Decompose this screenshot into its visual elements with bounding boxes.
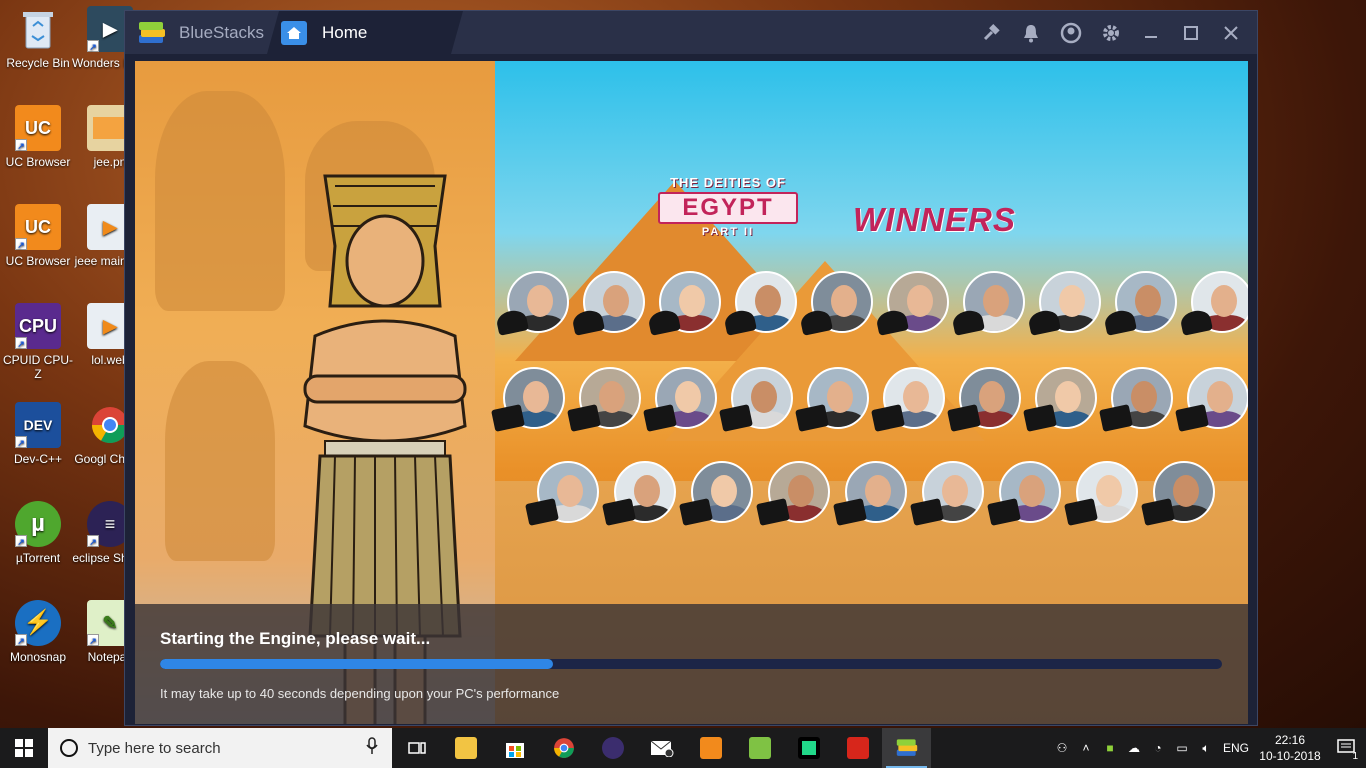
desktop-icon-uc-browser-2[interactable]: UC ↗ UC Browser — [0, 204, 76, 268]
prize-item — [567, 404, 601, 432]
event-title-line3: PART II — [701, 226, 755, 238]
people-icon[interactable]: ⚇ — [1050, 741, 1074, 755]
notification-center-icon[interactable]: 1 — [1326, 738, 1366, 762]
bluestacks-icon[interactable] — [882, 728, 931, 768]
file-explorer-icon[interactable] — [441, 728, 490, 768]
prize-item — [491, 404, 525, 432]
desktop-icon-label: UC Browser — [5, 254, 71, 268]
bluestacks-window: BlueStacks Home THE DEITIES OF EGYPT PAR… — [124, 10, 1258, 726]
desktop-icon-label: µTorrent — [15, 551, 61, 565]
event-title: THE DEITIES OF EGYPT PART II — [645, 175, 811, 238]
prize-item — [1023, 404, 1057, 432]
start-button[interactable] — [0, 728, 48, 768]
mail-icon[interactable] — [637, 728, 686, 768]
event-title-line2: EGYPT — [658, 192, 798, 224]
desktop-icon-devcpp[interactable]: DEV ↗ Dev-C++ — [0, 402, 76, 466]
prize-item — [1175, 404, 1209, 432]
uc-browser-icon: UC ↗ — [15, 105, 61, 151]
microphone-icon[interactable] — [366, 737, 378, 759]
show-hidden-icons-icon[interactable]: ˄ — [1074, 741, 1098, 755]
store-icon[interactable] — [490, 728, 539, 768]
desktop-icon-label: UC Browser — [5, 155, 71, 169]
tab-bluestacks[interactable]: BlueStacks — [125, 11, 275, 54]
desktop-icon-label: Monosnap — [9, 650, 67, 664]
network-icon[interactable]: ▭ — [1170, 741, 1194, 755]
system-tray: ⚇ ˄ ■ ☁ ◔ ▭ 🔈︎ ENG 22:16 10-10-2018 1 — [1050, 728, 1366, 768]
loading-subtitle: It may take up to 40 seconds depending u… — [160, 686, 560, 701]
chrome-icon[interactable] — [539, 728, 588, 768]
volume-icon[interactable]: 🔈︎ — [1194, 741, 1218, 756]
tab-bluestacks-label: BlueStacks — [179, 22, 265, 42]
recycle-bin-icon — [15, 6, 61, 52]
prize-item — [1099, 404, 1133, 432]
event-title-line1: THE DEITIES OF — [670, 175, 786, 190]
progress-bar — [160, 659, 1222, 669]
desktop-icon-cpuz[interactable]: CPU ↗ CPUID CPU-Z — [0, 303, 76, 381]
title-bar: BlueStacks Home — [125, 11, 1257, 54]
hammer-icon[interactable] — [971, 11, 1011, 54]
wifi-icon[interactable]: ◔ — [1146, 741, 1170, 755]
task-view-icon[interactable] — [392, 728, 441, 768]
loading-screen: THE DEITIES OF EGYPT PART II WINNERS Sta… — [135, 61, 1248, 724]
clock-time: 22:16 — [1274, 733, 1306, 747]
desktop-icon-monosnap[interactable]: ⚡ ↗ Monosnap — [0, 600, 76, 664]
cpuz-icon: CPU ↗ — [15, 303, 61, 349]
clock[interactable]: 22:16 10-10-2018 — [1254, 732, 1326, 764]
winners-label: WINNERS — [853, 201, 1016, 238]
desktop-icon-label: Dev-C++ — [13, 452, 63, 466]
account-icon[interactable] — [1051, 11, 1091, 54]
maximize-icon[interactable] — [1171, 11, 1211, 54]
windows-logo-icon — [15, 739, 33, 757]
progress-bar-fill — [160, 659, 553, 669]
uc-browser-icon: UC ↗ — [15, 204, 61, 250]
loading-title: Starting the Engine, please wait... — [160, 629, 431, 648]
minimize-icon[interactable] — [1131, 11, 1171, 54]
desktop-icon-label: Recycle Bin — [6, 56, 70, 70]
monosnap-icon: ⚡ ↗ — [15, 600, 61, 646]
utorrent-icon: µ ↗ — [15, 501, 61, 547]
search-placeholder: Type here to search — [88, 739, 221, 757]
close-icon[interactable] — [1211, 11, 1251, 54]
devcpp-icon: DEV ↗ — [15, 402, 61, 448]
bluestacks-logo-icon — [137, 19, 167, 47]
desktop-icon-label: CPUID CPU-Z — [2, 353, 73, 381]
loading-panel: Starting the Engine, please wait... It m… — [135, 604, 1248, 724]
acrobat-icon[interactable] — [833, 728, 882, 768]
language-indicator[interactable]: ENG — [1218, 741, 1254, 755]
bell-icon[interactable] — [1011, 11, 1051, 54]
desktop-icon-recycle-bin[interactable]: Recycle Bin — [0, 6, 76, 70]
clock-date: 10-10-2018 — [1259, 749, 1321, 763]
tab-home-label: Home — [322, 22, 368, 42]
home-icon — [281, 21, 307, 45]
bluestacks-tray-icon[interactable]: ■ — [1098, 741, 1122, 755]
taskbar-search[interactable]: Type here to search — [48, 728, 392, 768]
cloud-sync-icon[interactable]: ☁ — [1122, 741, 1146, 755]
notepad-icon[interactable] — [735, 728, 784, 768]
gear-icon[interactable] — [1091, 11, 1131, 54]
desktop-icon-uc-browser[interactable]: UC ↗ UC Browser — [0, 105, 76, 169]
taskbar: Type here to search ⚇ ˄ ■ ☁ ◔ ▭ 🔈︎ ENG 2… — [0, 728, 1366, 768]
cortana-icon — [60, 739, 78, 757]
tab-home[interactable]: Home — [267, 11, 463, 54]
eclipse-icon[interactable] — [588, 728, 637, 768]
desktop-icon-utorrent[interactable]: µ ↗ µTorrent — [0, 501, 76, 565]
uc-browser-icon[interactable] — [686, 728, 735, 768]
notification-badge: 1 — [1352, 750, 1358, 762]
pycharm-icon[interactable] — [784, 728, 833, 768]
